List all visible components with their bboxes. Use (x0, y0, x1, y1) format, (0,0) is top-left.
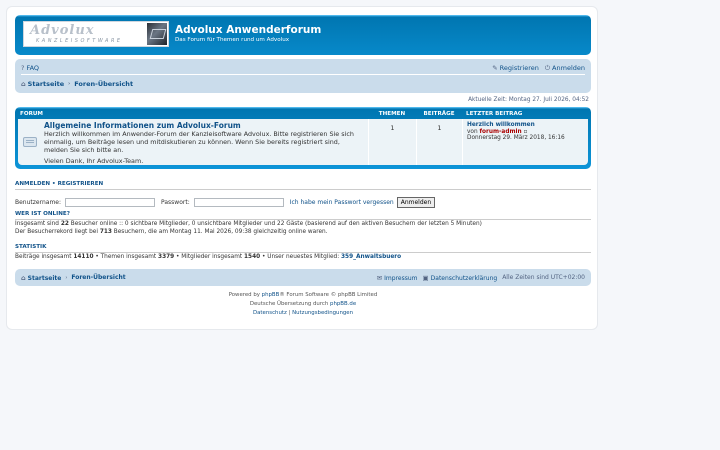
datenschutz-link[interactable]: Datenschutz (253, 310, 287, 316)
forum-last-post: Herzlich willkommen von forum-admin ▫ Do… (462, 119, 588, 165)
copyright-line2: Deutsche Übersetzung durch phpBB.de (249, 301, 357, 307)
last-post-author-link[interactable]: forum-admin (480, 129, 522, 135)
col-topics: Themen (378, 111, 406, 117)
breadcrumb: ⌂ Startseite › Foren-Übersicht (21, 79, 585, 89)
copyright-line1: Powered by phpBB® Forum Software © phpBB… (228, 292, 378, 298)
last-post-by: von (467, 128, 478, 135)
statistics-line: Beiträge insgesamt 14110 • Themen insges… (15, 254, 402, 260)
username-input[interactable] (65, 198, 156, 207)
logo-image (147, 23, 167, 45)
timezone-info: Alle Zeiten sind UTC+02:00 (502, 274, 585, 281)
login-link[interactable]: ⏻ Anmelden (545, 64, 585, 73)
footer-navbar: ⌂ Startseite › Foren-Übersicht ✉ Impressum… (15, 269, 591, 286)
col-last-post: Letzter Beitrag (466, 111, 523, 117)
navbar-divider (21, 74, 585, 75)
register-link[interactable]: ✎ Registrieren (492, 64, 539, 73)
online-line-record: Der Besucherrekord liegt bei 713 Besuche… (15, 229, 328, 235)
statistics-title: Statistik (15, 244, 591, 253)
chevron-right-icon: › (68, 81, 71, 87)
logo-wordmark: Advolux (30, 23, 95, 38)
col-forum: Forum (20, 111, 43, 117)
forum-title-link[interactable]: Allgemeine Informationen zum Advolux-For… (44, 121, 241, 130)
privacy-link[interactable]: ▣ Datenschutzerklärung (423, 274, 498, 282)
forum-read-icon (23, 137, 37, 147)
forum-list-header: Forum Themen Beiträge Letzter Beitrag (18, 109, 588, 119)
header-bar: Advolux KANZLEISOFTWARE Advolux Anwender… (15, 15, 591, 55)
impressum-link[interactable]: ✉ Impressum (377, 274, 418, 282)
breadcrumb-home[interactable]: ⌂ Startseite (21, 80, 64, 88)
who-is-online-title[interactable]: Wer ist online? (15, 211, 591, 220)
faq-link[interactable]: ? FAQ (21, 64, 39, 72)
phpbb-link[interactable]: phpBB (262, 292, 280, 298)
current-time: Aktuelle Zeit: Montag 27. Juli 2026, 04:… (468, 97, 589, 103)
username-label: Benutzername: (15, 199, 62, 206)
password-input[interactable] (193, 198, 284, 207)
forum-row: Allgemeine Informationen zum Advolux-For… (18, 119, 588, 165)
navbar: ? FAQ ✎ Registrieren ⏻ Anmelden ⌂ Startseite… (15, 59, 591, 93)
envelope-icon: ✉ (376, 273, 383, 282)
forum-description-signoff: Vielen Dank, Ihr Advolux-Team. (44, 157, 144, 165)
question-icon: ? (21, 64, 25, 72)
lost-password-link[interactable]: Ich habe mein Passwort vergessen (290, 199, 394, 206)
lock-icon: ▣ (422, 273, 429, 282)
nutzungsbedingungen-link[interactable]: Nutzungsbedingungen (292, 310, 353, 316)
last-post-date: Donnerstag 29. März 2018, 16:16 (467, 135, 565, 142)
forum-list: Forum Themen Beiträge Letzter Beitrag Al… (15, 107, 591, 169)
edit-icon: ✎ (492, 63, 498, 72)
copyright-line3: Datenschutz | Nutzungsbedingungen (252, 310, 354, 316)
forum-post-count: 1 (416, 119, 462, 165)
page-wrapper: Advolux KANZLEISOFTWARE Advolux Anwender… (6, 6, 598, 330)
view-latest-post-icon[interactable]: ▫ (524, 129, 528, 135)
power-icon: ⏻ (544, 63, 551, 72)
footer-breadcrumb-index[interactable]: Foren-Übersicht (71, 274, 125, 281)
online-info: Insgesamt sind 22 Besucher online :: 0 s… (15, 220, 482, 236)
newest-member-link[interactable]: 359_Anwaltsbuero (341, 254, 401, 260)
last-post-title-link[interactable]: Herzlich willkommen (467, 122, 535, 128)
home-icon: ⌂ (21, 80, 26, 88)
forum-topic-count: 1 (368, 119, 416, 165)
password-label: Passwort: (161, 199, 190, 206)
login-section-title[interactable]: Anmelden • Registrieren (15, 181, 591, 190)
chevron-right-icon: › (65, 274, 68, 281)
breadcrumb-index[interactable]: Foren-Übersicht (74, 80, 133, 88)
forum-description: Herzlich willkommen im Anwender-Forum de… (44, 130, 354, 154)
logo-subtitle: KANZLEISOFTWARE (36, 38, 123, 44)
phpbb-de-link[interactable]: phpBB.de (330, 301, 356, 307)
site-logo[interactable]: Advolux KANZLEISOFTWARE (23, 21, 169, 47)
home-icon: ⌂ (21, 273, 26, 282)
login-submit-button[interactable]: Anmelden (396, 197, 436, 208)
online-line-current: Insgesamt sind 22 Besucher online :: 0 s… (15, 221, 482, 227)
site-description: Das Forum für Themen rund um Advolux (175, 37, 290, 43)
site-title: Advolux Anwenderforum (175, 24, 322, 36)
col-posts: Beiträge (423, 111, 455, 117)
login-form: Benutzername: Passwort: Ich habe mein Pa… (15, 197, 436, 208)
footer-breadcrumb-home[interactable]: ⌂ Startseite (21, 274, 61, 282)
